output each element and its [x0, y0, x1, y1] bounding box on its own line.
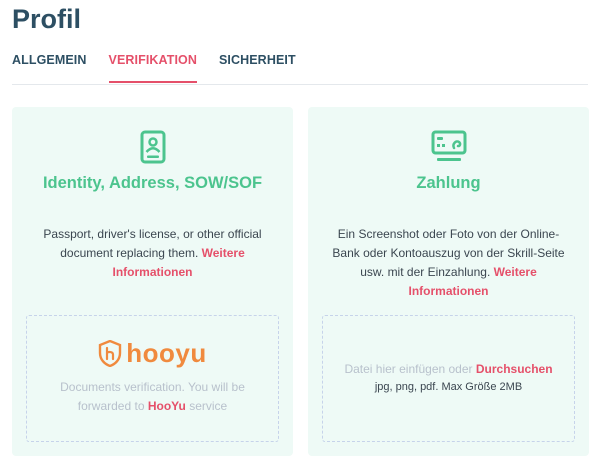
upload-prompt-text: Datei hier einfügen oder [344, 362, 473, 376]
payment-verification-card: Zahlung Ein Screenshot oder Foto von der… [308, 107, 589, 456]
tabs-divider [12, 84, 588, 85]
hooyu-description: Documents verification. You will be forw… [39, 378, 266, 416]
browse-files-link[interactable]: Durchsuchen [476, 362, 553, 376]
upload-format-hint: jpg, png, pdf. Max Größe 2MB [374, 381, 523, 393]
identity-card-description: Passport, driver's license, or other off… [30, 225, 275, 282]
hooyu-logo: hooyu [27, 338, 278, 369]
hooyu-description-suffix: service [189, 399, 228, 413]
hooyu-shield-icon [99, 340, 122, 367]
tab-allgemein[interactable]: ALLGEMEIN [12, 53, 87, 83]
tab-bar: ALLGEMEIN VERIFIKATION SICHERHEIT [12, 53, 318, 83]
payment-card-icon [431, 130, 466, 161]
payment-card-title: Zahlung [416, 174, 481, 192]
file-drop-zone[interactable]: Datei hier einfügen oder Durchsuchen jpg… [322, 315, 575, 442]
tab-verifikation[interactable]: VERIFIKATION [108, 53, 197, 83]
identity-card-title: Identity, Address, SOW/SOF [42, 174, 263, 192]
payment-card-description: Ein Screenshot oder Foto von der Online-… [326, 225, 571, 301]
id-document-icon [140, 130, 165, 164]
tab-sicherheit[interactable]: SICHERHEIT [219, 53, 296, 83]
hooyu-link[interactable]: HooYu [148, 399, 186, 413]
identity-verification-card: Identity, Address, SOW/SOF Passport, dri… [12, 107, 293, 456]
upload-prompt: Datei hier einfügen oder Durchsuchen [323, 362, 574, 376]
page-title: Profil [12, 4, 82, 34]
hooyu-verification-box[interactable]: hooyu Documents verification. You will b… [26, 315, 279, 442]
hooyu-logo-text: hooyu [126, 338, 207, 368]
